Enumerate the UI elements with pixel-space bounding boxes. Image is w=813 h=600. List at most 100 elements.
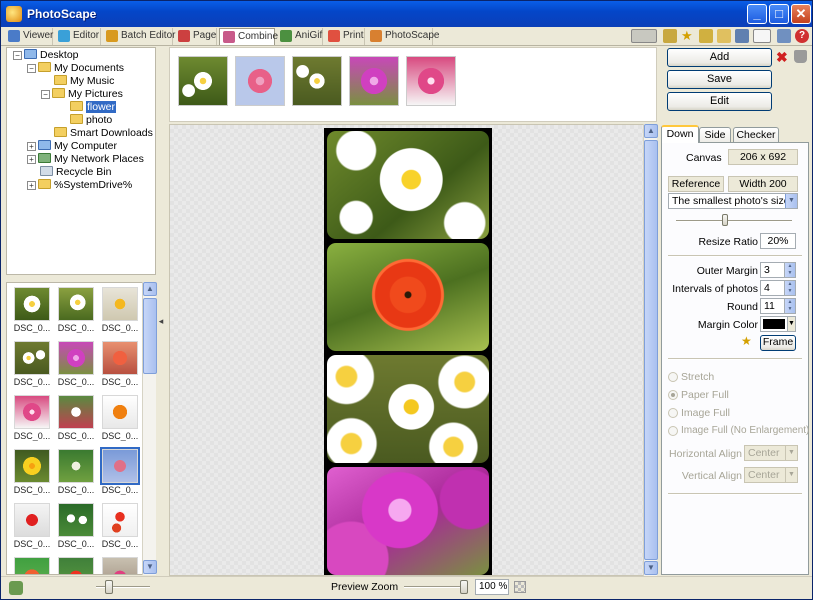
round-input[interactable]: 11 ▲ ▼ <box>760 298 796 314</box>
tab-print[interactable]: Print <box>325 28 365 45</box>
thumbnail-item[interactable]: DSC_0... <box>100 339 140 389</box>
thumbnail-item[interactable]: DSC_0... <box>12 285 52 335</box>
blank-box-icon[interactable] <box>753 29 771 43</box>
star-icon[interactable]: ★ <box>681 29 695 43</box>
save-button[interactable]: Save <box>667 70 772 89</box>
close-button[interactable]: ✕ <box>791 4 811 24</box>
thumbnail-item[interactable]: DSC_0... <box>100 447 140 497</box>
tab-combine[interactable]: Combine <box>219 28 278 45</box>
tree-item-my-music[interactable]: My Music <box>54 75 114 88</box>
outer-margin-input[interactable]: 3 ▲ ▼ <box>760 262 796 278</box>
collapse-icon[interactable]: − <box>27 64 36 73</box>
settings-icon[interactable] <box>777 29 791 43</box>
tab-batch-editor[interactable]: Batch Editor <box>103 28 175 45</box>
rotate-icon[interactable] <box>9 581 23 595</box>
thumbnail-item[interactable]: DSC_0... <box>12 555 52 574</box>
scrollbar-thumb[interactable] <box>644 140 658 560</box>
tree-item-recycle-bin[interactable]: Recycle Bin <box>40 166 111 179</box>
checker-toggle-icon[interactable] <box>514 581 526 593</box>
star-icon[interactable]: ★ <box>741 334 752 348</box>
frame-button[interactable]: Frame <box>760 335 796 351</box>
chevron-down-icon[interactable]: ▼ <box>785 446 797 460</box>
scrollbar-thumb[interactable] <box>143 298 157 374</box>
strip-photo[interactable] <box>178 56 228 106</box>
image-full-no-enlargement-radio[interactable] <box>668 426 678 436</box>
home-icon[interactable] <box>663 29 677 43</box>
chevron-down-icon[interactable]: ▼ <box>785 194 797 208</box>
scroll-up-icon[interactable]: ▲ <box>644 124 658 138</box>
intervals-input[interactable]: 4 ▲ ▼ <box>760 280 796 296</box>
thumbnail-item[interactable]: DSC_0... <box>12 447 52 497</box>
chevron-down-icon[interactable]: ▼ <box>785 468 797 482</box>
thumbnail-item[interactable]: DSC_0... <box>100 501 140 551</box>
chevron-down-icon[interactable]: ▼ <box>787 317 795 331</box>
thumbnail-item[interactable]: DSC_0... <box>56 285 96 335</box>
stretch-radio[interactable] <box>668 372 678 382</box>
collapse-icon[interactable]: − <box>13 51 22 60</box>
add-button[interactable]: Add <box>667 48 772 67</box>
tree-item-my-computer[interactable]: + My Computer <box>27 140 117 153</box>
tree-item-flower[interactable]: flower <box>70 101 117 114</box>
scroll-up-icon[interactable]: ▲ <box>143 282 157 296</box>
tab-side[interactable]: Side <box>699 127 731 143</box>
trash-icon[interactable] <box>794 50 807 63</box>
battery-icon[interactable] <box>631 29 657 43</box>
preview-zoom-knob[interactable] <box>460 580 468 594</box>
thumbnail-scrollbar[interactable]: ▲ ▼ <box>142 282 157 575</box>
remove-icon[interactable]: ✖ <box>776 50 789 64</box>
scroll-down-icon[interactable]: ▼ <box>143 560 157 574</box>
thumbnail-item[interactable]: DSC_0... <box>56 501 96 551</box>
tree-item-photo[interactable]: photo <box>70 114 112 127</box>
scroll-down-icon[interactable]: ▼ <box>644 561 658 575</box>
open-folder-icon[interactable] <box>717 29 731 43</box>
thumbnail-item[interactable]: DSC_0... <box>12 339 52 389</box>
tree-item-system-drive[interactable]: + %SystemDrive% <box>27 179 132 192</box>
thumbnail-item[interactable]: DSC_0... <box>100 393 140 443</box>
tab-viewer[interactable]: Viewer <box>5 28 53 45</box>
expand-icon[interactable]: + <box>27 181 36 190</box>
resize-slider[interactable] <box>676 220 792 222</box>
preview-scrollbar[interactable]: ▲ ▼ <box>643 124 658 576</box>
thumbnail-item[interactable]: DSC_0... <box>56 447 96 497</box>
resize-slider-knob[interactable] <box>722 214 728 226</box>
tree-item-smart-downloads[interactable]: Smart Downloads <box>54 127 153 140</box>
spinner-icon[interactable]: ▲ ▼ <box>784 281 795 295</box>
windows-icon[interactable] <box>735 29 749 43</box>
tab-down[interactable]: Down <box>661 125 699 143</box>
size-mode-select[interactable]: The smallest photo's size ▼ <box>668 193 798 209</box>
thumbnail-item[interactable]: DSC_0... <box>100 555 140 574</box>
paper-full-radio[interactable] <box>668 390 678 400</box>
preview-zoom-slider[interactable] <box>404 586 468 588</box>
horizontal-align-select[interactable]: Center ▼ <box>744 445 798 461</box>
image-full-radio[interactable] <box>668 408 678 418</box>
strip-photo[interactable] <box>235 56 285 106</box>
tab-editor[interactable]: Editor <box>55 28 101 45</box>
maximize-button[interactable]: □ <box>769 4 789 24</box>
tree-item-desktop[interactable]: − Desktop <box>13 49 79 62</box>
tab-photoscape[interactable]: PhotoScape <box>367 28 440 45</box>
tree-item-my-network-places[interactable]: + My Network Places <box>27 153 144 166</box>
spinner-icon[interactable]: ▲ ▼ <box>784 263 795 277</box>
expand-icon[interactable]: + <box>27 142 36 151</box>
edit-button[interactable]: Edit <box>667 92 772 111</box>
spinner-icon[interactable]: ▲ ▼ <box>784 299 795 313</box>
minimize-button[interactable]: _ <box>747 4 767 24</box>
collapse-panel-icon[interactable]: ◂ <box>157 306 165 336</box>
resize-ratio-input[interactable]: 20% <box>760 233 796 249</box>
thumbnail-item[interactable]: DSC_0... <box>12 393 52 443</box>
help-icon[interactable]: ? <box>795 29 809 43</box>
tree-item-my-documents[interactable]: − My Documents <box>27 62 124 75</box>
tab-page[interactable]: Page <box>175 28 217 45</box>
strip-photo[interactable] <box>292 56 342 106</box>
collapse-icon[interactable]: − <box>41 90 50 99</box>
strip-photo[interactable] <box>349 56 399 106</box>
tab-anigif[interactable]: AniGif <box>277 28 323 45</box>
tree-item-my-pictures[interactable]: − My Pictures <box>41 88 123 101</box>
thumbnail-item[interactable]: DSC_0... <box>56 555 96 574</box>
expand-icon[interactable]: + <box>27 155 36 164</box>
thumbnail-item[interactable]: DSC_0... <box>100 285 140 335</box>
thumb-size-knob[interactable] <box>105 580 113 594</box>
thumbnail-item[interactable]: DSC_0... <box>12 501 52 551</box>
tab-checker[interactable]: Checker <box>733 127 779 143</box>
margin-color-picker[interactable]: ▼ <box>760 316 796 332</box>
